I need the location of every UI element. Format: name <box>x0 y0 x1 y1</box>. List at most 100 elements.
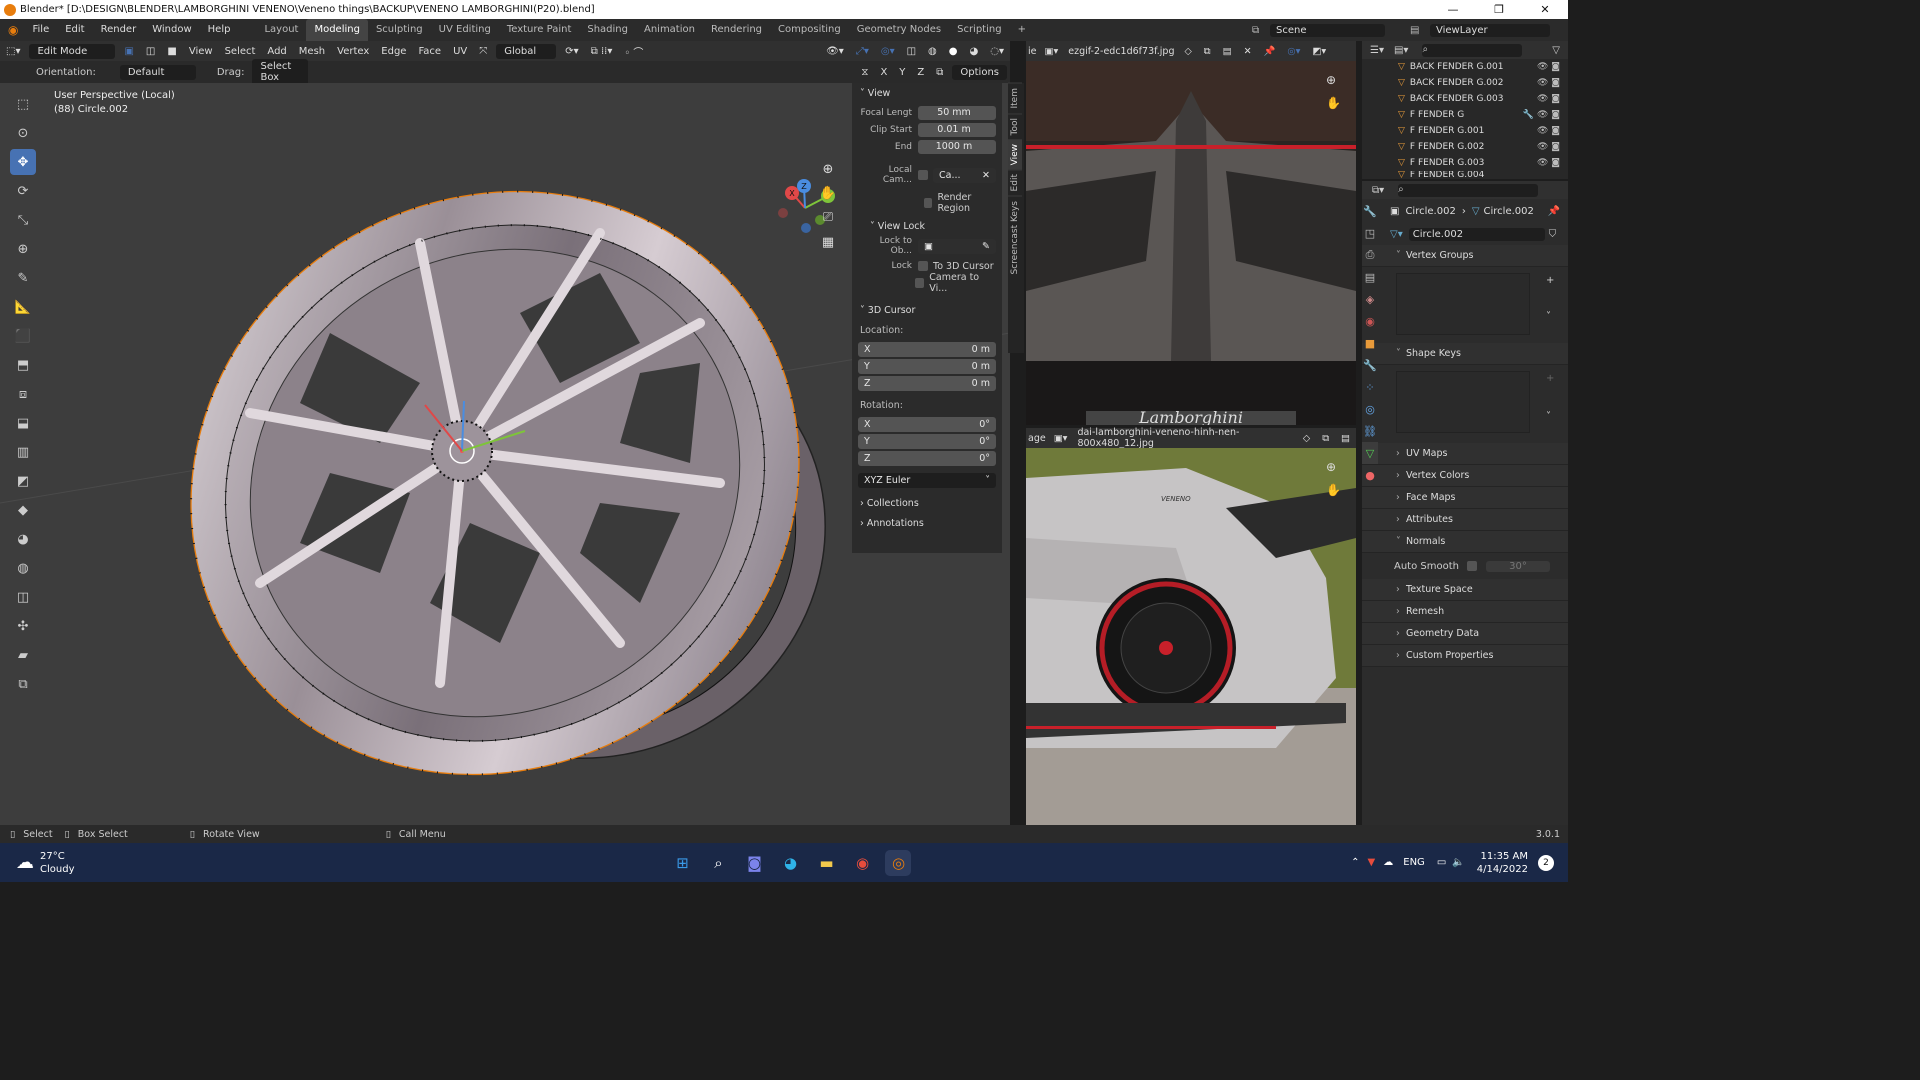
scene-selector[interactable]: Scene <box>1270 23 1385 37</box>
shear-tool-icon[interactable]: ▰ <box>10 642 36 668</box>
image-pan-icon[interactable]: ✋ <box>1326 96 1341 110</box>
shape-key-menu-icon[interactable]: ˅ <box>1546 411 1551 422</box>
menu-edge[interactable]: Edge <box>375 45 412 58</box>
clip-end-field[interactable]: 1000 m <box>918 140 996 154</box>
menu-window[interactable]: Window <box>144 19 199 41</box>
bevel-tool-icon[interactable]: ⬓ <box>10 410 36 436</box>
zoom-icon[interactable]: ⊕ <box>823 162 834 177</box>
cursor-rotation-x[interactable]: X 0° <box>858 416 996 432</box>
tab-compositing[interactable]: Compositing <box>770 19 849 41</box>
editor-type-icon[interactable]: ⬚▾ <box>0 45 26 58</box>
outliner-item[interactable]: ▽ BACK FENDER G.001 👁 ◙ <box>1362 59 1568 75</box>
output-tab-icon[interactable]: ⎙ <box>1362 244 1378 266</box>
gizmo-icon[interactable]: ⤢▾ <box>850 45 875 58</box>
outliner-item[interactable]: ▽ F FENDER G.004 <box>1362 171 1568 179</box>
notification-badge[interactable]: 2 <box>1538 854 1554 871</box>
image-icon-2[interactable]: ▣▾ <box>1048 432 1074 445</box>
menu-vertex[interactable]: Vertex <box>331 45 375 58</box>
solid-shading-icon[interactable]: ● <box>943 45 964 58</box>
menu-render[interactable]: Render <box>93 19 145 41</box>
rip-tool-icon[interactable]: ⧉ <box>10 671 36 697</box>
physics-tab-icon[interactable]: ◎ <box>1362 398 1378 420</box>
mode-selector[interactable]: Edit Mode <box>29 43 116 59</box>
tab-texture-paint[interactable]: Texture Paint <box>499 19 580 41</box>
face-maps-header[interactable]: › Face Maps <box>1362 487 1568 509</box>
weather-cloud-icon[interactable]: ☁ <box>16 852 34 873</box>
cursor-rotation-z[interactable]: Z 0° <box>858 450 996 466</box>
tab-edit[interactable]: Edit <box>1008 169 1022 196</box>
add-workspace-button[interactable]: + <box>1010 19 1034 41</box>
menu-select[interactable]: Select <box>219 45 262 58</box>
move-tool-icon[interactable]: ✥ <box>10 149 36 175</box>
network-icon[interactable]: ▭ <box>1437 857 1446 868</box>
blender-taskbar-icon[interactable]: ◎ <box>885 849 912 876</box>
tab-view[interactable]: View <box>1008 138 1022 170</box>
outliner-search-input[interactable]: ⌕ <box>1422 43 1523 57</box>
tab-item[interactable]: Item <box>1008 83 1022 113</box>
clear-icon[interactable]: ✕ <box>982 168 990 183</box>
mirror-x-toggle[interactable]: X <box>874 66 893 79</box>
volume-icon[interactable]: 🔈 <box>1452 857 1464 868</box>
unlink-image-icon[interactable]: ✕ <box>1238 45 1258 58</box>
geometry-data-header[interactable]: › Geometry Data <box>1362 623 1568 645</box>
tool-tab-icon[interactable]: 🔧 <box>1362 200 1378 222</box>
display-channels-icon[interactable]: ◩▾ <box>1306 45 1332 58</box>
smooth-tool-icon[interactable]: ◍ <box>10 555 36 581</box>
options-dropdown[interactable]: Options <box>952 64 1007 80</box>
particles-tab-icon[interactable]: ⁘ <box>1362 376 1378 398</box>
spin-tool-icon[interactable]: ◕ <box>10 526 36 552</box>
material-tab-icon[interactable]: ● <box>1362 464 1378 486</box>
poly-build-tool-icon[interactable]: ◆ <box>10 497 36 523</box>
tab-scripting[interactable]: Scripting <box>949 19 1009 41</box>
normals-header[interactable]: ˅ Normals <box>1362 531 1568 553</box>
eyedropper-icon[interactable]: ✎ <box>982 239 990 254</box>
vertex-groups-header[interactable]: ˅ Vertex Groups <box>1362 245 1568 267</box>
pin-icon[interactable]: 📌 <box>1258 45 1282 58</box>
edge-select-icon[interactable]: ◫ <box>140 45 161 58</box>
mesh-datablock-icon[interactable]: ▽▾ <box>1390 229 1403 240</box>
menu-view[interactable]: View <box>183 45 219 58</box>
language-indicator[interactable]: ENG <box>1403 857 1425 868</box>
camera-to-view-checkbox[interactable] <box>914 278 925 288</box>
topology-mirror-icon[interactable]: ⧉ <box>930 66 949 79</box>
orientation-selector[interactable]: Default <box>119 64 196 80</box>
tab-uv-editing[interactable]: UV Editing <box>431 19 499 41</box>
menu-edit[interactable]: Edit <box>57 19 92 41</box>
view-layer-tab-icon[interactable]: ▤ <box>1362 266 1378 288</box>
reference-image-side[interactable]: VENENO <box>1026 448 1356 825</box>
collections-header[interactable]: › Collections <box>852 494 1002 514</box>
tray-expand-icon[interactable]: ⌃ <box>1351 857 1359 868</box>
xray-icon[interactable]: ◫ <box>901 45 922 58</box>
tab-layout[interactable]: Layout <box>256 19 306 41</box>
view-lock-header[interactable]: ˅ View Lock <box>852 217 1002 237</box>
annotate-tool-icon[interactable]: ✎ <box>10 265 36 291</box>
fake-user-icon-2[interactable]: ◇ <box>1297 432 1316 445</box>
overlay-icon[interactable]: ◎▾ <box>875 45 901 58</box>
overlay-toggle-icon[interactable]: ◎▾ <box>1281 45 1306 58</box>
close-button[interactable]: ✕ <box>1522 0 1568 19</box>
onedrive-icon[interactable]: ☁ <box>1383 857 1393 868</box>
vertex-groups-list[interactable] <box>1396 273 1530 335</box>
drag-selector[interactable]: Select Box <box>252 59 309 85</box>
constraints-tab-icon[interactable]: ⛓ <box>1362 420 1378 442</box>
auto-smooth-checkbox[interactable] <box>1466 561 1477 571</box>
mirror-y-toggle[interactable]: Y <box>893 66 911 79</box>
mesh-name-field[interactable]: Circle.002 <box>1408 227 1545 241</box>
chrome-icon[interactable]: ◉ <box>849 850 875 876</box>
filter-icon[interactable]: ▽ <box>1552 45 1560 56</box>
uv-maps-header[interactable]: › UV Maps <box>1362 443 1568 465</box>
outliner-item[interactable]: ▽ F FENDER G.003 👁 ◙ <box>1362 155 1568 171</box>
cursor-location-y[interactable]: Y0 m <box>858 358 996 374</box>
teams-chat-icon[interactable]: ◙ <box>741 850 767 876</box>
extrude-tool-icon[interactable]: ⬒ <box>10 352 36 378</box>
vertex-select-icon[interactable]: ▣ <box>118 45 139 58</box>
file-explorer-icon[interactable]: ▬ <box>813 850 839 876</box>
tray-app-icon[interactable]: ▼ <box>1368 857 1376 868</box>
local-camera-checkbox[interactable] <box>918 170 928 180</box>
object-tab-icon[interactable]: ■ <box>1362 332 1378 354</box>
shrink-fatten-tool-icon[interactable]: ✣ <box>10 613 36 639</box>
tab-rendering[interactable]: Rendering <box>703 19 770 41</box>
transform-tool-icon[interactable]: ⊕ <box>10 236 36 262</box>
cursor-rotation-y[interactable]: Y 0° <box>858 433 996 449</box>
view-layer-selector[interactable]: ViewLayer <box>1430 23 1550 37</box>
